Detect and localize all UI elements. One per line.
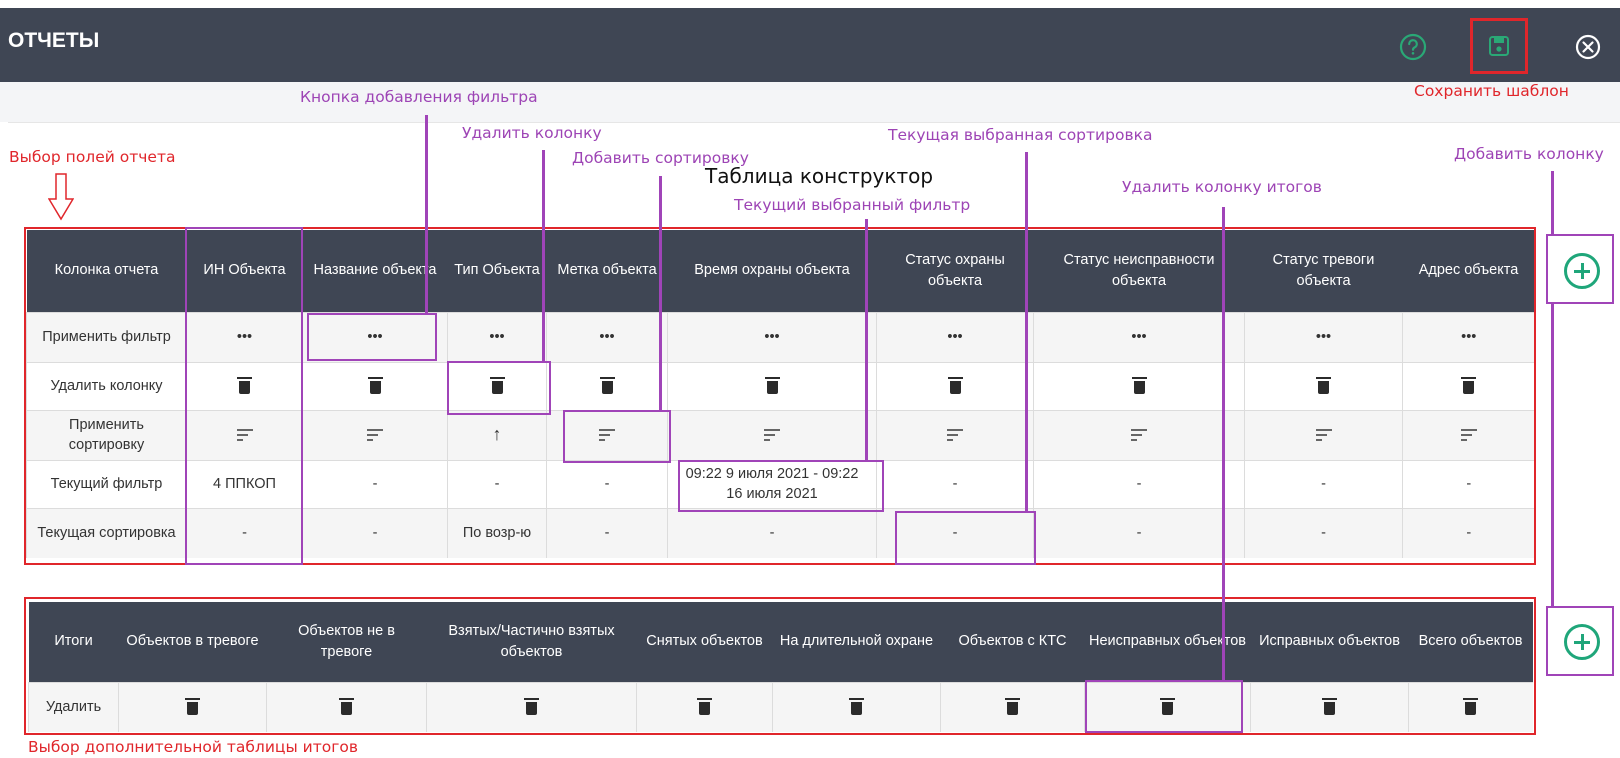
highlight-delete-column — [447, 361, 551, 415]
page-title: ОТЧЕТЫ — [8, 29, 100, 52]
annotation-totals-table: Выбор дополнительной таблицы итогов — [28, 738, 358, 756]
annotation-add-column: Добавить колонку — [1454, 145, 1604, 163]
highlight-current-filter — [678, 460, 884, 512]
connector-line — [1551, 303, 1554, 608]
connector-line — [542, 150, 545, 363]
save-highlight-box — [1470, 18, 1528, 74]
connector-line — [1551, 171, 1554, 235]
annotation-report-fields: Выбор полей отчета — [9, 148, 176, 166]
totals-table-outline — [24, 597, 1536, 735]
highlight-current-sort — [895, 511, 1036, 565]
connector-line — [865, 219, 868, 462]
connector-line — [1025, 152, 1028, 513]
annotation-save-template: Сохранить шаблон — [1414, 82, 1569, 100]
add-totals-column-button[interactable] — [1564, 624, 1600, 660]
close-button[interactable] — [1574, 33, 1602, 61]
highlight-delete-totals-column — [1085, 680, 1243, 733]
help-icon — [1399, 33, 1427, 61]
highlight-sort-button — [563, 410, 671, 463]
annotation-add-filter: Кнопка добавления фильтра — [300, 88, 538, 106]
connector-line — [659, 176, 662, 412]
help-button[interactable] — [1398, 32, 1428, 62]
connector-line — [1222, 207, 1225, 682]
top-strip — [0, 82, 1620, 122]
add-column-button[interactable] — [1564, 253, 1600, 289]
arrow-down-icon — [48, 173, 74, 221]
highlight-in-column — [185, 227, 303, 565]
annotation-constructor-table: Таблица конструктор — [705, 164, 934, 188]
annotation-current-sort: Текущая выбранная сортировка — [888, 126, 1153, 144]
annotation-delete-column: Удалить колонку — [462, 124, 602, 142]
annotation-current-filter: Текущий выбранный фильтр — [734, 196, 971, 214]
annotation-delete-totals-column: Удалить колонку итогов — [1122, 178, 1322, 196]
highlight-filter-button — [307, 313, 437, 361]
app-header — [0, 8, 1620, 82]
connector-line — [425, 115, 428, 315]
close-icon — [1575, 34, 1601, 60]
